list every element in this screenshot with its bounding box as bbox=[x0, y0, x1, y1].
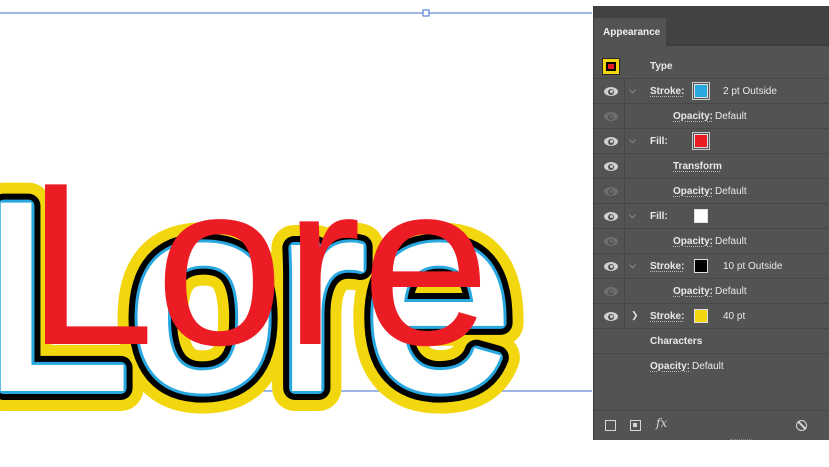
row-opacity-3-value: Default bbox=[715, 236, 747, 247]
visibility-eye-icon[interactable] bbox=[604, 137, 618, 146]
visibility-eye-icon[interactable] bbox=[604, 162, 618, 171]
panel-resize-grip[interactable] bbox=[730, 439, 752, 441]
row-opacity-5-value: Default bbox=[692, 361, 724, 372]
chevron-down-icon[interactable]: ⌵ bbox=[629, 210, 639, 220]
stroke-yellow-swatch[interactable] bbox=[694, 309, 708, 323]
row-type[interactable]: Type bbox=[594, 54, 829, 79]
visibility-eye-icon[interactable] bbox=[604, 212, 618, 221]
row-opacity-1[interactable]: Opacity: Default bbox=[594, 104, 829, 129]
tab-appearance[interactable]: Appearance bbox=[594, 18, 666, 47]
row-transform-label[interactable]: Transform bbox=[673, 161, 722, 172]
row-stroke-yellow[interactable]: ❯ Stroke: 40 pt bbox=[594, 304, 829, 329]
row-stroke-blue-value: 2 pt Outside bbox=[723, 86, 777, 97]
row-opacity-1-value: Default bbox=[715, 111, 747, 122]
stroke-blue-swatch[interactable] bbox=[692, 82, 710, 100]
row-stroke-blue-label[interactable]: Stroke: bbox=[650, 86, 684, 97]
chevron-down-icon[interactable]: ⌵ bbox=[629, 135, 639, 145]
type-fill-red: Lore bbox=[26, 135, 490, 394]
row-fill-white-label[interactable]: Fill: bbox=[650, 211, 668, 222]
visibility-eye-icon[interactable] bbox=[604, 287, 618, 296]
row-characters[interactable]: Characters bbox=[594, 329, 829, 354]
appearance-panel: Appearance Type ⌵ Stroke: 2 pt Outside O… bbox=[593, 6, 829, 440]
fill-white-swatch[interactable] bbox=[694, 209, 708, 223]
type-thumbnail-icon bbox=[602, 58, 620, 75]
row-stroke-blue[interactable]: ⌵ Stroke: 2 pt Outside bbox=[594, 79, 829, 104]
row-opacity-4[interactable]: Opacity: Default bbox=[594, 279, 829, 304]
row-fill-red-label[interactable]: Fill: bbox=[650, 136, 668, 147]
chevron-down-icon[interactable]: ⌵ bbox=[629, 85, 639, 95]
row-opacity-3[interactable]: Opacity: Default bbox=[594, 229, 829, 254]
visibility-eye-icon[interactable] bbox=[604, 87, 618, 96]
row-fill-white[interactable]: ⌵ Fill: bbox=[594, 204, 829, 229]
stroke-black-swatch[interactable] bbox=[694, 259, 708, 273]
row-opacity-2[interactable]: Opacity: Default bbox=[594, 179, 829, 204]
add-new-fill-icon[interactable] bbox=[630, 420, 641, 431]
visibility-eye-icon[interactable] bbox=[604, 112, 618, 121]
panel-tab-bar: Appearance bbox=[594, 6, 829, 47]
appearance-attribute-list: Type ⌵ Stroke: 2 pt Outside Opacity: Def… bbox=[594, 54, 829, 379]
clear-appearance-icon[interactable] bbox=[796, 420, 807, 431]
row-stroke-black-label[interactable]: Stroke: bbox=[650, 261, 684, 272]
visibility-eye-icon[interactable] bbox=[604, 262, 618, 271]
artboard-canvas[interactable]: Lore Lore Lore Lore Lore bbox=[0, 0, 600, 467]
panel-footer-toolbar: fx bbox=[594, 410, 829, 440]
add-effect-fx-icon[interactable]: fx bbox=[656, 416, 667, 430]
row-stroke-black-value: 10 pt Outside bbox=[723, 261, 783, 272]
row-opacity-5-label[interactable]: Opacity: bbox=[650, 361, 690, 372]
row-type-label: Type bbox=[650, 61, 673, 72]
row-stroke-yellow-value: 40 pt bbox=[723, 311, 746, 322]
row-fill-red[interactable]: ⌵ Fill: bbox=[594, 129, 829, 154]
row-transform[interactable]: Transform bbox=[594, 154, 829, 179]
row-opacity-5[interactable]: Opacity: Default bbox=[594, 354, 829, 379]
row-stroke-black[interactable]: ⌵ Stroke: 10 pt Outside bbox=[594, 254, 829, 279]
row-opacity-4-label[interactable]: Opacity: bbox=[673, 286, 713, 297]
visibility-eye-icon[interactable] bbox=[604, 237, 618, 246]
row-characters-label[interactable]: Characters bbox=[650, 336, 702, 347]
chevron-right-icon[interactable]: ❯ bbox=[631, 310, 641, 320]
fill-red-swatch[interactable] bbox=[692, 132, 710, 150]
add-new-stroke-icon[interactable] bbox=[605, 420, 616, 431]
row-stroke-yellow-label[interactable]: Stroke: bbox=[650, 311, 684, 322]
artwork-svg: Lore Lore Lore Lore Lore bbox=[0, 9, 592, 467]
row-opacity-2-value: Default bbox=[715, 186, 747, 197]
row-opacity-2-label[interactable]: Opacity: bbox=[673, 186, 713, 197]
row-opacity-4-value: Default bbox=[715, 286, 747, 297]
row-opacity-1-label[interactable]: Opacity: bbox=[673, 111, 713, 122]
selection-handle[interactable] bbox=[422, 9, 430, 17]
visibility-eye-icon[interactable] bbox=[604, 187, 618, 196]
row-opacity-3-label[interactable]: Opacity: bbox=[673, 236, 713, 247]
chevron-down-icon[interactable]: ⌵ bbox=[629, 260, 639, 270]
visibility-eye-icon[interactable] bbox=[604, 312, 618, 321]
